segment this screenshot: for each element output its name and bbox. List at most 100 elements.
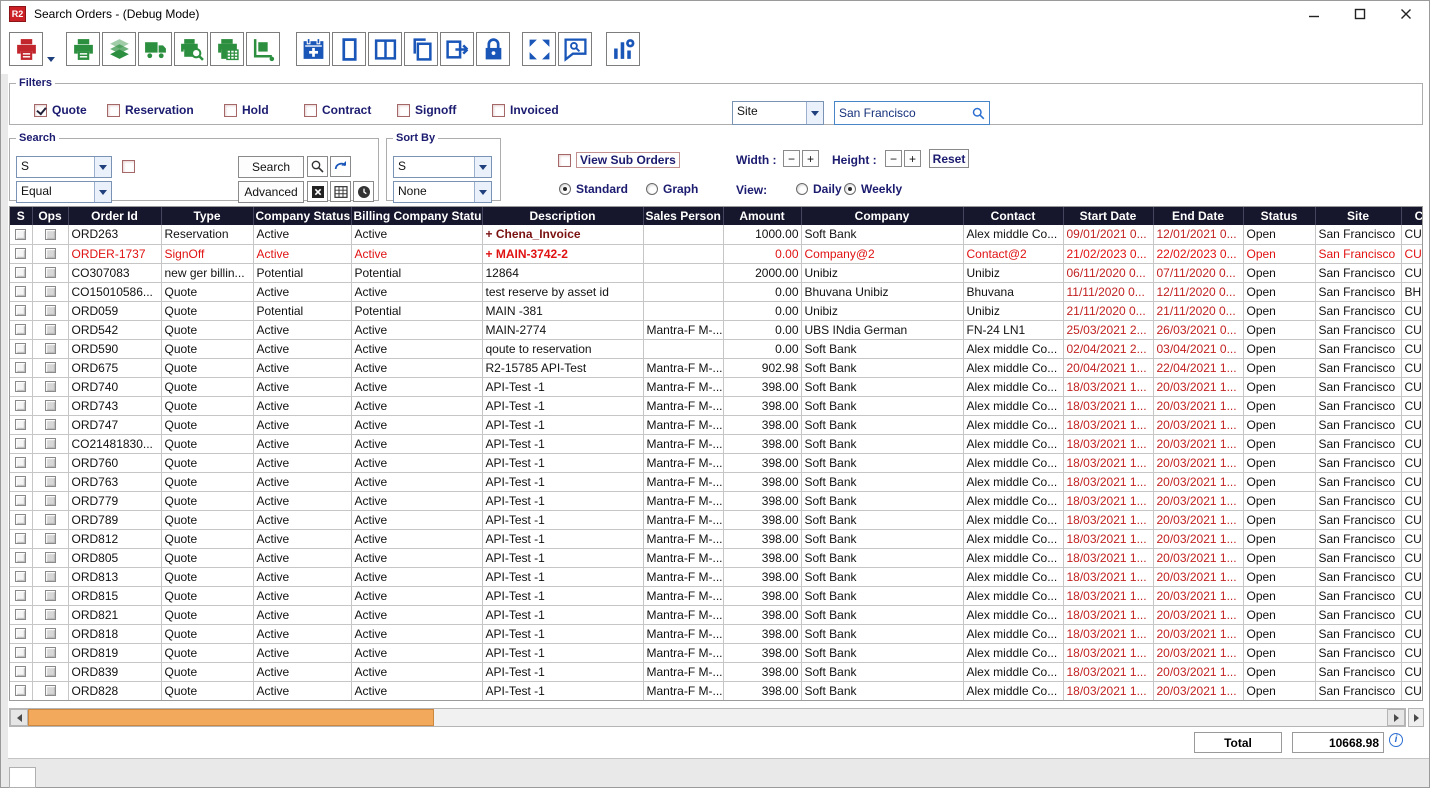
table-row[interactable]: ORD805QuoteActiveActiveAPI-Test -1Mantra… (10, 548, 1423, 567)
table-row[interactable]: ORD819QuoteActiveActiveAPI-Test -1Mantra… (10, 643, 1423, 662)
split-panel-button[interactable] (368, 32, 402, 66)
row-select-checkbox[interactable] (15, 476, 26, 487)
filter-checkbox-signoff[interactable]: Signoff (397, 103, 456, 117)
checkbox-icon[interactable] (224, 104, 237, 117)
horizontal-scrollbar[interactable] (9, 708, 1406, 727)
row-select-checkbox[interactable] (15, 343, 26, 354)
radio-weekly-circle[interactable] (844, 183, 856, 195)
calendar-add-button[interactable] (296, 32, 330, 66)
row-ops-checkbox[interactable] (45, 381, 56, 392)
height-plus-button[interactable]: + (904, 150, 921, 167)
column-header-description[interactable]: Description (482, 207, 643, 225)
filter-checkbox-quote[interactable]: Quote (34, 103, 87, 117)
row-ops-checkbox[interactable] (45, 419, 56, 430)
chevron-down-icon[interactable] (806, 102, 823, 124)
row-ops-checkbox[interactable] (45, 248, 56, 259)
column-header-contact[interactable]: Contact (963, 207, 1063, 225)
row-ops-checkbox[interactable] (45, 324, 56, 335)
row-select-checkbox[interactable] (15, 400, 26, 411)
table-row[interactable]: ORD815QuoteActiveActiveAPI-Test -1Mantra… (10, 586, 1423, 605)
height-minus-button[interactable]: − (885, 150, 902, 167)
radio-standard-circle[interactable] (559, 183, 571, 195)
checkbox-icon[interactable] (397, 104, 410, 117)
checkbox-icon[interactable] (304, 104, 317, 117)
row-select-checkbox[interactable] (15, 457, 26, 468)
column-header-billing-company-status[interactable]: Billing Company Status (351, 207, 482, 225)
table-row[interactable]: ORD590QuoteActiveActiveqoute to reservat… (10, 339, 1423, 358)
minimize-button[interactable] (1291, 1, 1337, 27)
row-select-checkbox[interactable] (15, 305, 26, 316)
lock-button[interactable] (476, 32, 510, 66)
info-icon[interactable]: i (1389, 733, 1403, 747)
row-select-checkbox[interactable] (15, 248, 26, 259)
print-button[interactable] (66, 32, 100, 66)
row-ops-checkbox[interactable] (45, 533, 56, 544)
table-row[interactable]: CO15010586...QuoteActiveActivetest reser… (10, 282, 1423, 301)
row-select-checkbox[interactable] (15, 628, 26, 639)
scroll-right-button[interactable] (1387, 709, 1405, 726)
search-icon[interactable] (971, 106, 986, 121)
table-row[interactable]: ORD743QuoteActiveActiveAPI-Test -1Mantra… (10, 396, 1423, 415)
table-row[interactable]: ORD813QuoteActiveActiveAPI-Test -1Mantra… (10, 567, 1423, 586)
print-delivery-button[interactable] (138, 32, 172, 66)
filter-checkbox-hold[interactable]: Hold (224, 103, 269, 117)
table-row[interactable]: ORDER-1737SignOffActiveActive+ MAIN-3742… (10, 244, 1423, 263)
table-row[interactable]: ORD760QuoteActiveActiveAPI-Test -1Mantra… (10, 453, 1423, 472)
row-ops-checkbox[interactable] (45, 343, 56, 354)
print-pick-list-button[interactable] (246, 32, 280, 66)
table-row[interactable]: ORD779QuoteActiveActiveAPI-Test -1Mantra… (10, 491, 1423, 510)
checkbox-icon[interactable] (34, 104, 47, 117)
row-select-checkbox[interactable] (15, 362, 26, 373)
row-select-checkbox[interactable] (15, 438, 26, 449)
row-ops-checkbox[interactable] (45, 438, 56, 449)
row-select-checkbox[interactable] (15, 419, 26, 430)
table-row[interactable]: ORD740QuoteActiveActiveAPI-Test -1Mantra… (10, 377, 1423, 396)
row-select-checkbox[interactable] (15, 514, 26, 525)
view-sub-orders-checkbox[interactable]: View Sub Orders (558, 152, 680, 168)
row-ops-checkbox[interactable] (45, 609, 56, 620)
filter-checkbox-contract[interactable]: Contract (304, 103, 371, 117)
row-ops-checkbox[interactable] (45, 571, 56, 582)
row-select-checkbox[interactable] (15, 533, 26, 544)
copy-button[interactable] (404, 32, 438, 66)
row-select-checkbox[interactable] (15, 552, 26, 563)
width-plus-button[interactable]: + (802, 150, 819, 167)
row-ops-checkbox[interactable] (45, 590, 56, 601)
find-notes-button[interactable] (558, 32, 592, 66)
row-ops-checkbox[interactable] (45, 666, 56, 677)
width-minus-button[interactable]: − (783, 150, 800, 167)
maximize-button[interactable] (1337, 1, 1383, 27)
row-ops-checkbox[interactable] (45, 685, 56, 696)
column-header-end-date[interactable]: End Date (1153, 207, 1243, 225)
row-select-checkbox[interactable] (15, 647, 26, 658)
print-copies-button[interactable] (102, 32, 136, 66)
checkbox-icon[interactable] (492, 104, 505, 117)
table-row[interactable]: ORD747QuoteActiveActiveAPI-Test -1Mantra… (10, 415, 1423, 434)
column-header-company[interactable]: Company (801, 207, 963, 225)
row-select-checkbox[interactable] (15, 286, 26, 297)
reset-button[interactable]: Reset (929, 149, 969, 168)
table-row[interactable]: ORD059QuotePotentialPotentialMAIN -3810.… (10, 301, 1423, 320)
row-select-checkbox[interactable] (15, 609, 26, 620)
table-row[interactable]: ORD763QuoteActiveActiveAPI-Test -1Mantra… (10, 472, 1423, 491)
radio-daily-circle[interactable] (796, 183, 808, 195)
print-preview-button[interactable] (174, 32, 208, 66)
row-select-checkbox[interactable] (15, 381, 26, 392)
row-select-checkbox[interactable] (15, 666, 26, 677)
radio-weekly[interactable]: Weekly (844, 182, 902, 196)
row-ops-checkbox[interactable] (45, 495, 56, 506)
row-select-checkbox[interactable] (15, 571, 26, 582)
column-header-s[interactable]: S (10, 207, 32, 225)
row-ops-checkbox[interactable] (45, 267, 56, 278)
panel-button[interactable] (332, 32, 366, 66)
print-menu-chevron[interactable] (45, 32, 56, 66)
row-ops-checkbox[interactable] (45, 400, 56, 411)
row-ops-checkbox[interactable] (45, 514, 56, 525)
table-row[interactable]: ORD828QuoteActiveActiveAPI-Test -1Mantra… (10, 681, 1423, 700)
column-header-type[interactable]: Type (161, 207, 253, 225)
column-header-status[interactable]: Status (1243, 207, 1315, 225)
column-header-order-id[interactable]: Order Id (68, 207, 161, 225)
column-header-sales-person[interactable]: Sales Person (643, 207, 723, 225)
radio-standard[interactable]: Standard (559, 182, 628, 196)
row-ops-checkbox[interactable] (45, 362, 56, 373)
